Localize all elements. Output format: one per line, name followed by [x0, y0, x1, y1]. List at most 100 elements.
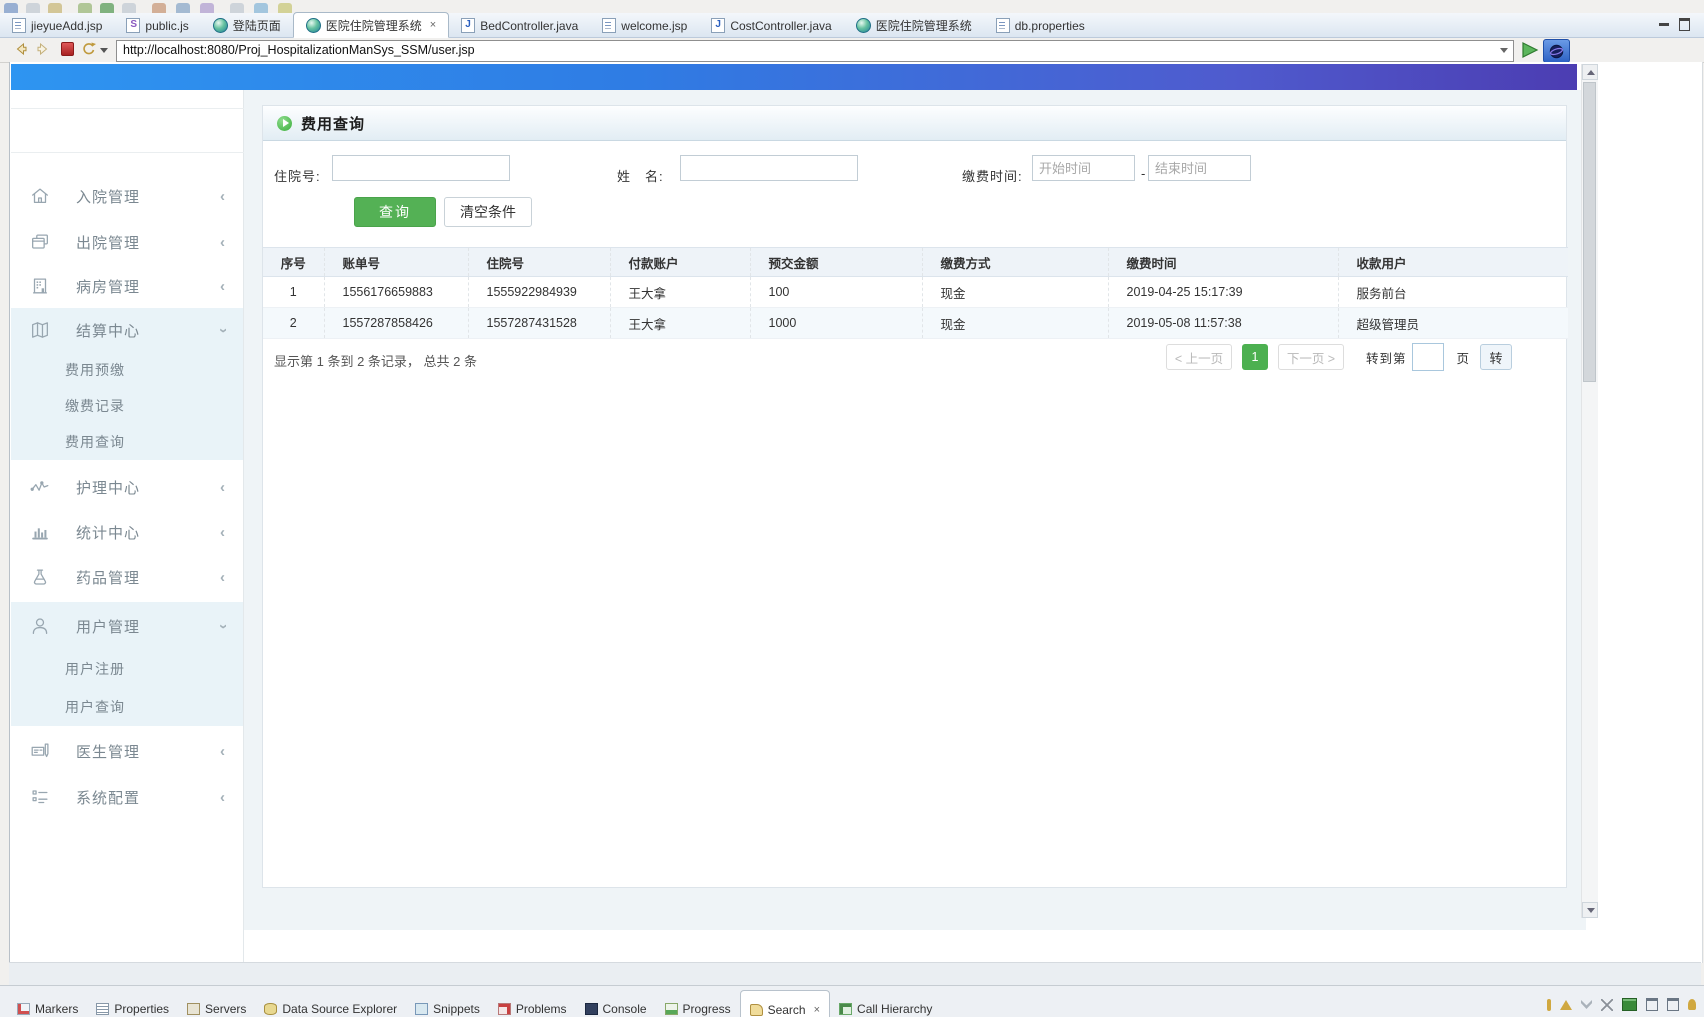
pin-icon[interactable]: [1547, 999, 1551, 1011]
table-header-row: 序号 账单号 住院号 付款账户 预交金额 缴费方式 缴费时间 收款用户: [263, 248, 1568, 277]
tab-label: 医院住院管理系统: [326, 17, 422, 34]
search-button[interactable]: 查询: [354, 197, 436, 227]
cell: 1557287431528: [468, 308, 610, 339]
goto-button[interactable]: 转: [1480, 344, 1512, 370]
stop-icon[interactable]: [58, 40, 76, 58]
sidebar-item-billing[interactable]: 结算中心 ‹: [11, 308, 243, 352]
next-page-button[interactable]: 下一页 >: [1278, 344, 1344, 370]
subitem-label: 缴费记录: [65, 396, 125, 416]
go-button[interactable]: [1520, 41, 1540, 59]
tab-jieyueadd-jsp[interactable]: jieyueAdd.jsp: [0, 14, 114, 37]
sidebar-item-discharge[interactable]: 出院管理 ‹: [11, 220, 243, 264]
toolbar-icon[interactable]: [254, 3, 268, 13]
console-button-icon[interactable]: [1622, 998, 1637, 1011]
close-view-icon[interactable]: ×: [814, 1004, 820, 1016]
url-input[interactable]: [117, 41, 1493, 59]
cell: 王大拿: [610, 308, 750, 339]
scroll-down-icon[interactable]: [1582, 902, 1598, 918]
scissors-icon[interactable]: [1601, 999, 1613, 1011]
toolbar-icon[interactable]: [122, 3, 136, 13]
clear-button[interactable]: 清空条件: [444, 197, 532, 227]
view-tab-markers[interactable]: Markers: [8, 990, 87, 1017]
toolbar-icon[interactable]: [78, 3, 92, 13]
toolbar-icon[interactable]: [278, 3, 292, 13]
toolbar-icon[interactable]: [48, 3, 62, 13]
end-time-input[interactable]: [1148, 155, 1251, 181]
close-tab-icon[interactable]: ×: [430, 19, 436, 31]
sidebar-item-statistics[interactable]: 统计中心 ‹: [11, 510, 243, 554]
maximize-icon[interactable]: [1679, 18, 1690, 31]
column-header: 序号: [263, 248, 324, 277]
sidebar-nav: 入院管理 ‹ 出院管理 ‹ 病房管理 ‹ 结算中心 ‹ 费用预缴 缴: [11, 90, 244, 963]
sidebar-item-system[interactable]: 系统配置 ‹: [11, 774, 243, 820]
tab-hospital-system-active[interactable]: 医院住院管理系统 ×: [293, 12, 449, 38]
tab-bedcontroller-java[interactable]: BedController.java: [449, 14, 590, 37]
subitem-label: 用户注册: [65, 659, 125, 679]
view-tab-snippets[interactable]: Snippets: [406, 990, 489, 1017]
toolbar-icon[interactable]: [100, 3, 114, 13]
minimize-icon[interactable]: [1659, 23, 1669, 26]
sidebar-subitem-fee-query[interactable]: 费用查询: [11, 424, 243, 460]
sidebar-subitem-fee-records[interactable]: 缴费记录: [11, 388, 243, 424]
browser-engine-icon[interactable]: [1543, 39, 1570, 63]
sidebar-item-doctors[interactable]: 医生管理 ‹: [11, 728, 243, 774]
sidebar-subitem-user-register[interactable]: 用户注册: [11, 650, 243, 688]
sidebar-subitem-user-query[interactable]: 用户查询: [11, 688, 243, 726]
view-tab-servers[interactable]: Servers: [178, 990, 255, 1017]
sidebar-item-nursing[interactable]: 护理中心 ‹: [11, 464, 243, 510]
view-tab-problems[interactable]: Problems: [489, 990, 576, 1017]
toolbar-icon[interactable]: [176, 3, 190, 13]
url-dropdown-icon[interactable]: [1500, 48, 1508, 53]
sidebar-item-ward[interactable]: 病房管理 ‹: [11, 264, 243, 308]
column-header: 缴费方式: [922, 248, 1108, 277]
scroll-up-icon[interactable]: [1582, 64, 1598, 80]
sidebar-item-label: 护理中心: [76, 477, 140, 498]
goto-page-input[interactable]: [1412, 343, 1444, 371]
toolbar-icon[interactable]: [4, 3, 18, 13]
sidebar-item-admission[interactable]: 入院管理 ‹: [11, 172, 243, 220]
name-input[interactable]: [680, 155, 858, 181]
toolbar-icon[interactable]: [152, 3, 166, 13]
divider: [11, 108, 244, 109]
browser-view: 入院管理 ‹ 出院管理 ‹ 病房管理 ‹ 结算中心 ‹ 费用预缴 缴: [9, 62, 1703, 963]
tab-db-properties[interactable]: db.properties: [984, 14, 1097, 37]
new-window-icon[interactable]: [1667, 998, 1679, 1011]
properties-file-icon: [996, 18, 1010, 33]
inpatient-no-input[interactable]: [332, 155, 510, 181]
collapse-all-icon[interactable]: [1581, 1000, 1592, 1009]
up-arrow-icon[interactable]: [1560, 1000, 1572, 1010]
toolbar-icon[interactable]: [26, 3, 40, 13]
view-tab-progress[interactable]: Progress: [656, 990, 740, 1017]
browser-toolbar: [0, 38, 1704, 63]
view-tab-properties[interactable]: Properties: [87, 990, 178, 1017]
sidebar-item-users[interactable]: 用户管理 ‹: [11, 602, 243, 650]
view-tab-label: Problems: [516, 1002, 567, 1016]
view-tab-console[interactable]: Console: [576, 990, 656, 1017]
refresh-dropdown-icon[interactable]: [100, 48, 108, 53]
tab-hospital-system-2[interactable]: 医院住院管理系统: [844, 14, 984, 37]
subitem-label: 用户查询: [65, 697, 125, 717]
restore-window-icon[interactable]: [1646, 998, 1658, 1011]
tab-public-js[interactable]: public.js: [114, 14, 200, 37]
refresh-icon[interactable]: [80, 40, 98, 58]
page-1-button[interactable]: 1: [1242, 344, 1268, 370]
tab-welcome-jsp[interactable]: welcome.jsp: [590, 14, 699, 37]
view-tab-call-hierarchy[interactable]: Call Hierarchy: [830, 990, 941, 1017]
scrollbar-thumb[interactable]: [1583, 82, 1596, 382]
start-time-input[interactable]: [1032, 155, 1135, 181]
tab-login-page[interactable]: 登陆页面: [201, 14, 293, 37]
sidebar-item-medicine[interactable]: 药品管理 ‹: [11, 554, 243, 600]
lamp-icon[interactable]: [1688, 999, 1696, 1010]
sidebar-subitem-fee-prepay[interactable]: 费用预缴: [11, 352, 243, 388]
view-tab-data-source-explorer[interactable]: Data Source Explorer: [255, 990, 406, 1017]
page-scrollbar[interactable]: [1581, 64, 1598, 918]
tab-costcontroller-java[interactable]: CostController.java: [699, 14, 843, 37]
back-icon[interactable]: [12, 40, 30, 58]
toolbar-icon[interactable]: [200, 3, 214, 13]
toolbar-icon[interactable]: [230, 3, 244, 13]
prev-page-button[interactable]: < 上一页: [1166, 344, 1232, 370]
forward-icon[interactable]: [34, 40, 52, 58]
column-header: 收款用户: [1338, 248, 1568, 277]
name-label: 姓 名:: [617, 166, 664, 185]
view-tab-search[interactable]: Search×: [740, 990, 830, 1017]
